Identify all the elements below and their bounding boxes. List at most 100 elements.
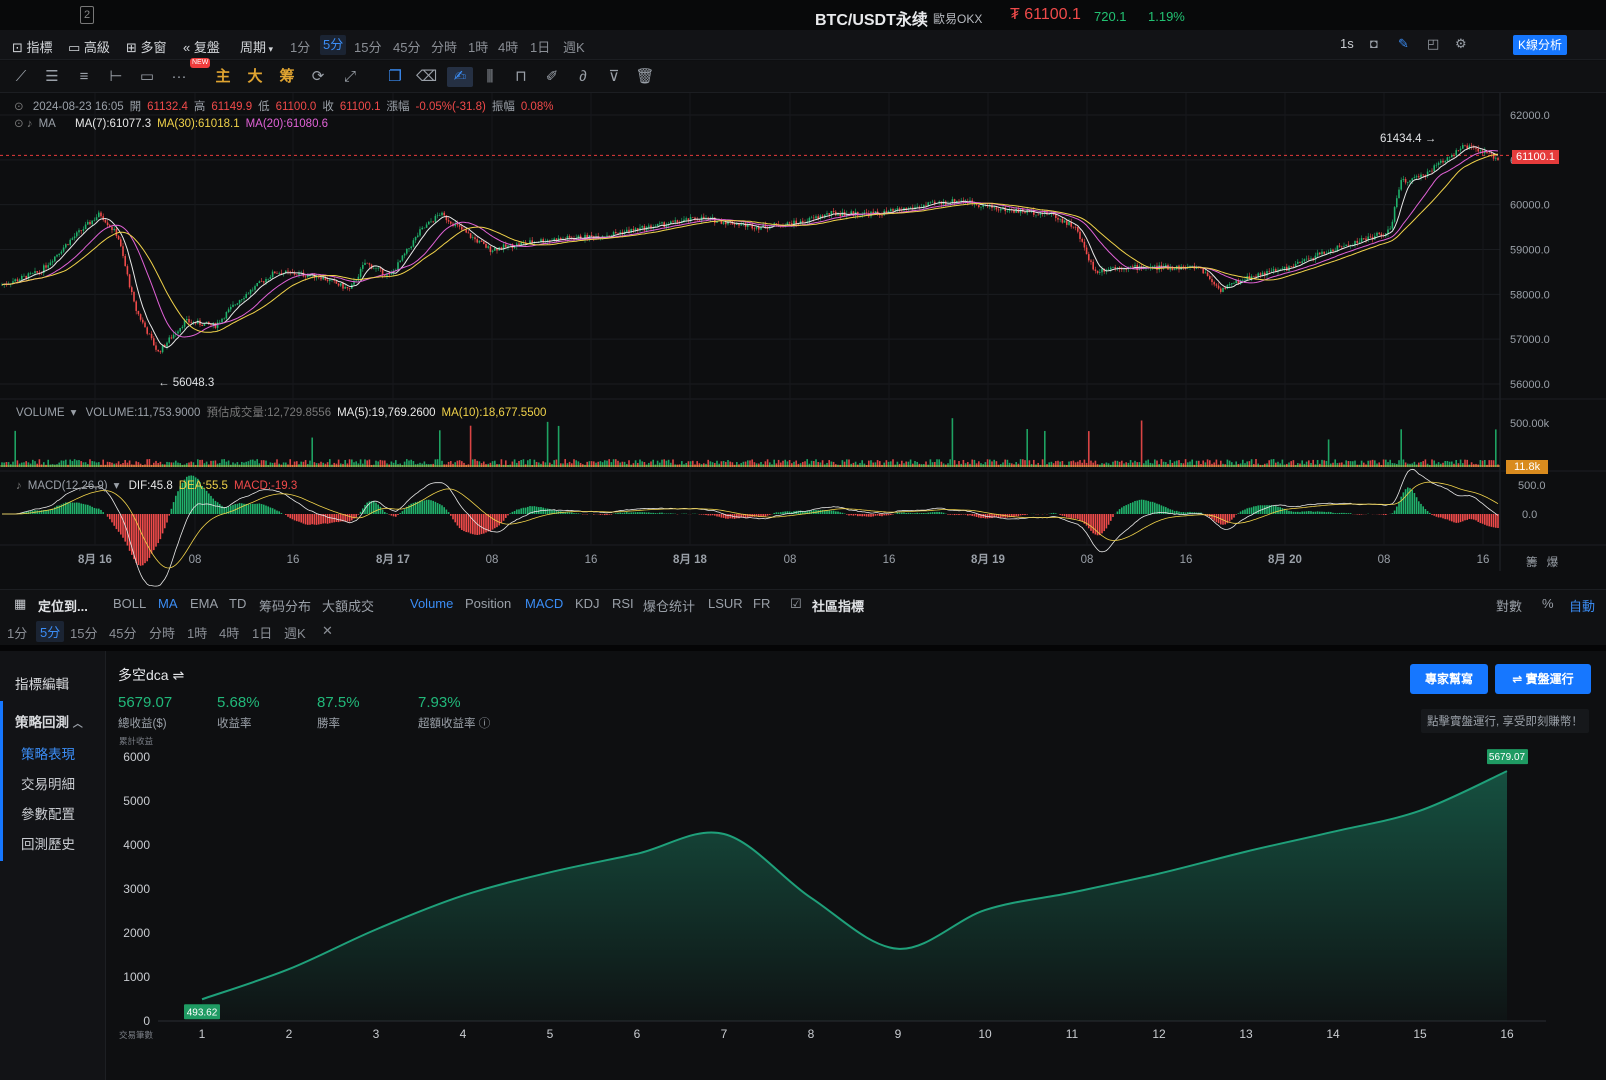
main-chart-tool[interactable]: 主 [213, 67, 233, 87]
indicator-tab-position[interactable]: Position [465, 596, 511, 611]
edit-icon[interactable]: ☑ [790, 596, 802, 612]
pnl-point-14[interactable] [1330, 829, 1336, 835]
window-icon[interactable]: ◰ [1427, 36, 1439, 52]
window-icon[interactable]: 2 [80, 6, 94, 24]
live-run-button[interactable]: ⇌ 實盤運行 [1495, 664, 1591, 694]
replay-menu[interactable]: « 复盤 [183, 37, 220, 56]
pnl-point-5[interactable] [547, 869, 553, 875]
indicator-tab-ema[interactable]: EMA [190, 596, 218, 611]
close-icon[interactable]: ✕ [322, 623, 333, 639]
period-bar-1[interactable]: 5分 [36, 621, 65, 642]
locate-button[interactable]: 定位到... [38, 596, 88, 615]
pnl-point-8[interactable] [808, 895, 814, 901]
period-bar-3[interactable]: 45分 [109, 623, 136, 642]
pnl-point-15[interactable] [1417, 808, 1423, 814]
chevron-down-icon[interactable]: ▾ [71, 407, 77, 419]
pen-icon[interactable]: ✎ [1398, 36, 1409, 52]
period-bar-0[interactable]: 1分 [7, 623, 27, 642]
advanced-menu[interactable]: ▭ 高級 [68, 37, 110, 56]
indicator-tab-fr[interactable]: FR [753, 596, 770, 611]
horizontal-lines-icon[interactable]: ≡ [74, 67, 94, 87]
indicator-tab-boll[interactable]: BOLL [113, 596, 146, 611]
chip-label[interactable]: 籌 爆 [1526, 554, 1564, 570]
strategy-name[interactable]: 多空dca ⇌ [118, 665, 184, 685]
expert-write-button[interactable]: 專家幫寫 [1410, 664, 1488, 694]
pnl-point-7[interactable] [721, 831, 727, 837]
pnl-point-4[interactable] [460, 893, 466, 899]
copy-icon[interactable]: ❐ [385, 67, 405, 87]
period-6[interactable]: 4時 [498, 37, 518, 56]
trendline-icon[interactable]: ⟋ [11, 67, 31, 87]
indicator-tab-筹码分布[interactable]: 筹码分布 [259, 596, 311, 615]
indicator-tab-macd[interactable]: MACD [525, 596, 563, 611]
pnl-point-3[interactable] [373, 926, 379, 932]
period-bar-8[interactable]: 週K [284, 623, 306, 642]
multi-window-menu[interactable]: ⊞ 多窗 [126, 37, 167, 56]
indicators-menu[interactable]: ⊡ 指標 [12, 37, 53, 56]
period-4[interactable]: 分時 [431, 37, 457, 56]
indicator-tab-爆仓统计[interactable]: 爆仓统计 [643, 596, 695, 615]
pnl-point-2[interactable] [286, 966, 292, 972]
filter-icon[interactable]: ⊽ [604, 67, 624, 87]
period-7[interactable]: 1日 [530, 37, 550, 56]
period-2[interactable]: 15分 [354, 37, 381, 56]
lock-icon[interactable]: ⊓ [511, 67, 531, 87]
rectangle-icon[interactable]: ▭ [137, 67, 157, 87]
bell-icon[interactable]: ⊙ ♪ [14, 118, 33, 130]
horizontal-ray-icon[interactable]: ⊢ [106, 67, 126, 87]
calendar-icon[interactable]: ▦ [14, 596, 26, 612]
draw-mode-icon[interactable]: ✍ [447, 67, 473, 87]
note-icon[interactable]: ✐ [542, 67, 562, 87]
indicator-tab-ma[interactable]: MA [158, 596, 178, 611]
auto-toggle[interactable]: 自動 [1569, 596, 1595, 615]
interval-selector[interactable]: 1s [1340, 36, 1354, 51]
indicator-tab-lsur[interactable]: LSUR [708, 596, 743, 611]
gear-icon[interactable]: ⚙ [1455, 36, 1467, 52]
sidebar-item-1[interactable]: 交易明細 [21, 773, 75, 793]
pnl-point-12[interactable] [1156, 871, 1162, 877]
symbol-title[interactable]: BTC/USDT永续 [815, 6, 928, 30]
sidebar-item-3[interactable]: 回測歷史 [21, 833, 75, 853]
period-0[interactable]: 1分 [290, 37, 310, 56]
trash-icon[interactable]: 🗑 [635, 67, 655, 87]
indicator-tab-rsi[interactable]: RSI [612, 596, 634, 611]
period-1[interactable]: 5分 [320, 35, 347, 55]
community-indicators[interactable]: 社區指標 [812, 596, 864, 615]
measure-icon[interactable]: ⤢ [340, 67, 360, 87]
eraser-icon[interactable]: ⌫ [416, 67, 437, 87]
volume-label[interactable]: VOLUME [16, 407, 65, 419]
period-8[interactable]: 週K [563, 37, 585, 56]
camera-icon[interactable]: ◘ [1370, 36, 1378, 51]
indicator-tab-td[interactable]: TD [229, 596, 246, 611]
pnl-point-6[interactable] [634, 851, 640, 857]
period-menu[interactable]: 周期 ▾ [240, 37, 273, 56]
bell-icon[interactable]: ♪ [16, 480, 22, 492]
period-3[interactable]: 45分 [393, 37, 420, 56]
macd-label[interactable]: MACD(12,26,9) [28, 480, 108, 492]
magnet-icon[interactable]: ∂ [573, 67, 593, 87]
pnl-point-10[interactable] [982, 907, 988, 913]
indicator-tab-volume[interactable]: Volume [410, 596, 453, 611]
cumulative-pnl-chart[interactable]: 累計收益01000200030004000500060001 2 3 4 5 6 7 8 9 10… [106, 726, 1606, 1076]
period-bar-4[interactable]: 分時 [149, 623, 175, 642]
k-analysis-button[interactable]: K線分析 [1513, 35, 1567, 55]
parallel-lines-icon[interactable]: ☰ [42, 67, 62, 87]
big-order-tool[interactable]: 大 [245, 67, 265, 87]
percent-toggle[interactable]: % [1542, 596, 1554, 611]
pnl-point-13[interactable] [1243, 849, 1249, 855]
indicator-tab-大額成交[interactable]: 大額成交 [322, 596, 374, 615]
indicator-edit-tab[interactable]: 指標編輯 [15, 673, 69, 693]
sync-icon[interactable]: ⟳ [308, 67, 328, 87]
backtest-tab[interactable]: 策略回測 ︿ [15, 711, 83, 731]
log-scale-toggle[interactable]: 對數 [1496, 596, 1522, 615]
pnl-point-9[interactable] [895, 946, 901, 952]
pnl-point-1[interactable] [199, 996, 205, 1002]
candles-icon[interactable]: ⫼ [480, 67, 500, 87]
chevron-down-icon[interactable]: ▾ [114, 480, 120, 492]
pnl-point-11[interactable] [1069, 890, 1075, 896]
chip-tool[interactable]: 筹 [277, 67, 297, 87]
period-bar-5[interactable]: 1時 [187, 623, 207, 642]
collapse-icon[interactable]: ⊙ [14, 101, 24, 113]
period-bar-2[interactable]: 15分 [70, 623, 97, 642]
more-icon[interactable]: ··· [169, 67, 189, 87]
